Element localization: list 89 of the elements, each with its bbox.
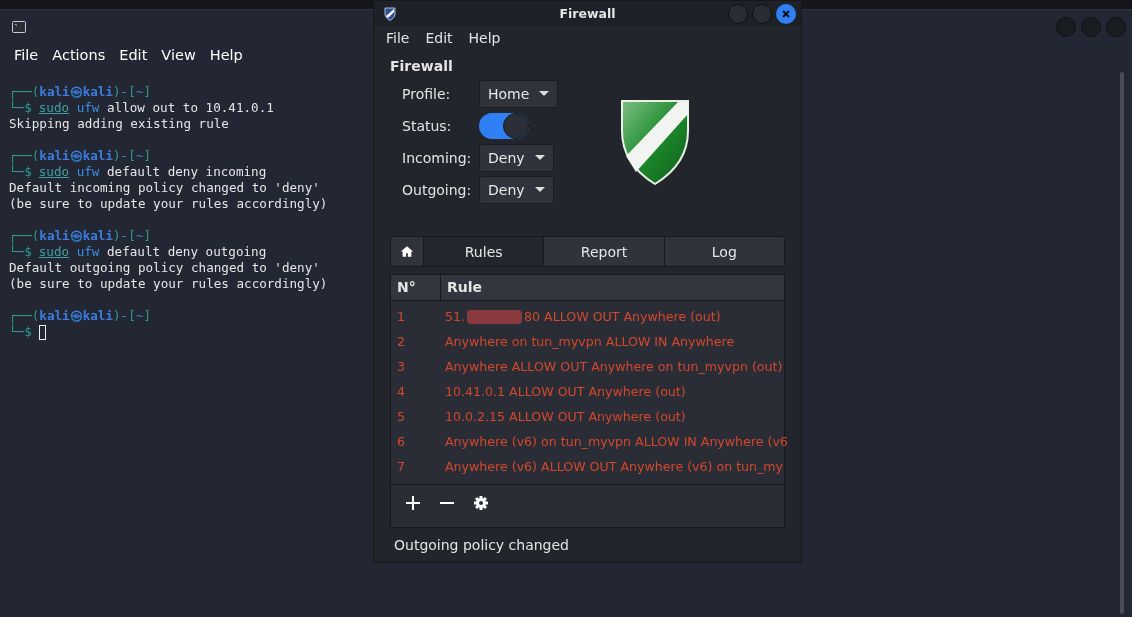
prompt-frame: ]: [143, 308, 151, 324]
prompt-frame: )-[: [113, 148, 136, 164]
prompt-at-sign: ㉿: [69, 308, 83, 324]
prompt-at-sign: ㉿: [69, 228, 83, 244]
toggle-switch[interactable]: [479, 113, 529, 139]
field-label: Incoming:: [402, 150, 473, 166]
prompt-at-sign: ㉿: [69, 148, 83, 164]
table-cell-text: Anywhere (v6) ALLOW OUT Anywhere (v6) on tun_my: [444, 459, 784, 474]
output-line: Default outgoing policy changed to 'deny': [9, 260, 321, 276]
prompt-user: kali: [39, 228, 70, 244]
menu-item[interactable]: Help: [209, 46, 243, 68]
menu-item[interactable]: File: [14, 46, 39, 68]
prompt-symbol: └─$: [9, 164, 32, 180]
section-heading: Firewall: [390, 57, 454, 76]
caret-icon: [534, 187, 545, 193]
command-text: sudo ufw default deny incoming: [38, 164, 267, 180]
status-message: Outgoing policy changed: [393, 536, 570, 555]
close-button[interactable]: [776, 3, 796, 24]
table-cell-text: Anywhere ALLOW OUT Anywhere on tun_myvpn (out): [444, 359, 783, 374]
field-label: Profile:: [402, 86, 452, 102]
table-cell-text: 4: [396, 384, 406, 399]
shield-icon: [384, 6, 396, 21]
table-cell-text: 2: [396, 334, 406, 349]
prompt-host: kali: [82, 308, 114, 324]
output-line: Skipping adding existing rule: [9, 116, 230, 132]
table-cell: 51.: [445, 309, 466, 324]
prompt-user: kali: [39, 308, 70, 324]
prompt-directory: ~: [135, 84, 144, 100]
tab[interactable]: Report: [543, 237, 664, 266]
command-text: sudo ufw default deny outgoing: [38, 244, 267, 260]
menu-item[interactable]: Actions: [52, 46, 106, 68]
menu-item[interactable]: Edit: [425, 30, 453, 50]
prompt-host: kali: [82, 228, 114, 244]
command-text: sudo ufw allow out to 10.41.0.1: [38, 100, 274, 116]
settings-icon[interactable]: [473, 495, 489, 511]
caret-icon: [534, 155, 545, 161]
column-header[interactable]: Rule: [441, 275, 483, 300]
dropdown[interactable]: Deny: [479, 176, 554, 204]
scrollbar[interactable]: [1120, 72, 1124, 614]
window-title: Firewall: [558, 6, 617, 21]
table-cell: 80 ALLOW OUT Anywhere (out): [524, 309, 721, 324]
prompt-frame: ]: [143, 148, 151, 164]
output-line: (be sure to update your rules accordingly): [9, 196, 328, 212]
prompt-frame: ]: [143, 228, 151, 244]
prompt-user: kali: [39, 148, 70, 164]
field-label: Outgoing:: [402, 182, 473, 198]
prompt-frame: ┌──(: [9, 228, 40, 244]
output-line: (be sure to update your rules accordingly): [9, 276, 328, 292]
table-cell-text: 6: [396, 434, 406, 449]
prompt-frame: )-[: [113, 228, 136, 244]
menu-item[interactable]: View: [161, 46, 196, 68]
menu-item[interactable]: Help: [468, 30, 501, 50]
prompt-host: kali: [82, 84, 114, 100]
terminal-icon[interactable]: [12, 21, 26, 34]
prompt-directory: ~: [135, 228, 144, 244]
table-cell-text: 3: [396, 359, 406, 374]
home-icon[interactable]: [391, 237, 423, 266]
prompt-frame: )-[: [113, 308, 136, 324]
prompt-at-sign: ㉿: [69, 84, 83, 100]
dropdown[interactable]: Home: [479, 80, 559, 108]
prompt-symbol: └─$: [9, 324, 32, 340]
field-label: Status:: [402, 118, 453, 134]
prompt-host: kali: [82, 148, 114, 164]
close-icon: [781, 8, 791, 19]
table-cell-text: 10.0.2.15 ALLOW OUT Anywhere (out): [444, 409, 686, 424]
menu-item[interactable]: File: [386, 30, 410, 50]
menu-item[interactable]: Edit: [119, 46, 148, 68]
table-cell-text: 10.41.0.1 ALLOW OUT Anywhere (out): [444, 384, 686, 399]
prompt-frame: ┌──(: [9, 148, 40, 164]
column-header[interactable]: N°: [391, 275, 441, 300]
prompt-frame: ┌──(: [9, 308, 40, 324]
prompt-symbol: └─$: [9, 244, 32, 260]
prompt-symbol: └─$: [9, 100, 32, 116]
table-cell-text: Anywhere on tun_myvpn ALLOW IN Anywhere: [444, 334, 735, 349]
prompt-frame: ]: [143, 84, 151, 100]
table-cell-text: 1: [396, 309, 406, 324]
add-icon[interactable]: [405, 495, 421, 511]
output-line: Default incoming policy changed to 'deny': [9, 180, 321, 196]
prompt-directory: ~: [135, 148, 144, 164]
table-cell-text: 5: [396, 409, 406, 424]
dropdown[interactable]: Deny: [479, 144, 554, 172]
prompt-frame: ┌──(: [9, 84, 40, 100]
table-cell-text: 7: [396, 459, 406, 474]
prompt-frame: )-[: [113, 84, 136, 100]
table-cell-text: Anywhere (v6) on tun_myvpn ALLOW IN Anywhere (v6: [444, 434, 788, 449]
tab[interactable]: Log: [663, 237, 784, 266]
prompt-user: kali: [39, 84, 70, 100]
caret-icon: [539, 91, 550, 97]
prompt-directory: ~: [135, 308, 144, 324]
